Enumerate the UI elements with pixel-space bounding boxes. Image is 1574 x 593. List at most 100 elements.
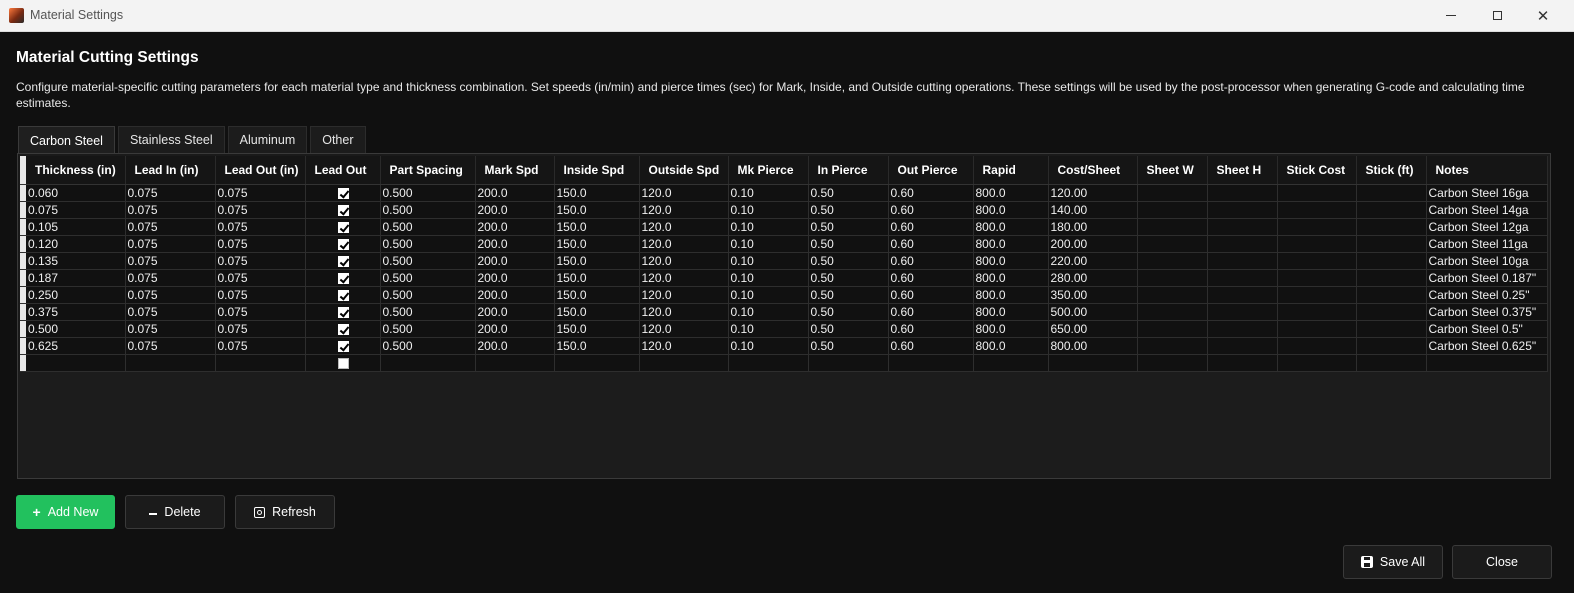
column-header[interactable]: Stick Cost <box>1277 156 1357 185</box>
cell-mk-pierce[interactable]: 0.10 <box>728 286 809 304</box>
cell-mk-pierce[interactable]: 0.10 <box>728 184 809 202</box>
cell-mark-spd[interactable]: 200.0 <box>475 252 555 270</box>
cell-sheet-w[interactable] <box>1137 252 1208 270</box>
cell-out-pierce[interactable]: 0.60 <box>888 201 974 219</box>
column-header[interactable]: Sheet H <box>1207 156 1278 185</box>
table-row[interactable]: 0.187 0.075 0.075 0.500 200.0 150.0 120.0 0.10 0… <box>20 269 1548 287</box>
lead-out-checkbox-cell[interactable] <box>305 320 381 338</box>
cell-lead-in[interactable]: 0.075 <box>125 201 216 219</box>
cell-inside-spd[interactable]: 150.0 <box>554 201 640 219</box>
cell-thickness[interactable]: 0.625 <box>26 337 126 355</box>
cell-cost-sheet[interactable]: 120.00 <box>1048 184 1138 202</box>
tab-aluminum[interactable]: Aluminum <box>227 126 308 153</box>
cell-lead-in[interactable]: 0.075 <box>125 320 216 338</box>
maximize-button[interactable] <box>1474 0 1520 31</box>
cell-sheet-w[interactable] <box>1137 269 1208 287</box>
cell-stick-ft[interactable] <box>1356 235 1427 253</box>
cell-inside-spd[interactable] <box>554 354 640 372</box>
cell-in-pierce[interactable]: 0.50 <box>808 184 889 202</box>
cell-mark-spd[interactable]: 200.0 <box>475 320 555 338</box>
cell-inside-spd[interactable]: 150.0 <box>554 184 640 202</box>
table-row[interactable]: 0.060 0.075 0.075 0.500 200.0 150.0 120.0 0.10 0… <box>20 184 1548 202</box>
cell-lead-out-in[interactable]: 0.075 <box>215 303 306 321</box>
cell-mark-spd[interactable]: 200.0 <box>475 269 555 287</box>
cell-lead-in[interactable]: 0.075 <box>125 235 216 253</box>
lead-out-checkbox[interactable] <box>338 205 349 217</box>
cell-part-spacing[interactable]: 0.500 <box>380 320 476 338</box>
lead-out-checkbox-cell[interactable] <box>305 303 381 321</box>
cell-sheet-h[interactable] <box>1207 269 1278 287</box>
cell-stick-cost[interactable] <box>1277 320 1357 338</box>
cell-part-spacing[interactable]: 0.500 <box>380 218 476 236</box>
cell-stick-cost[interactable] <box>1277 269 1357 287</box>
cell-out-pierce[interactable]: 0.60 <box>888 320 974 338</box>
cell-in-pierce[interactable]: 0.50 <box>808 235 889 253</box>
column-header[interactable]: Outside Spd <box>639 156 729 185</box>
cell-rapid[interactable] <box>973 354 1049 372</box>
cell-thickness[interactable]: 0.105 <box>26 218 126 236</box>
cell-inside-spd[interactable]: 150.0 <box>554 235 640 253</box>
cell-in-pierce[interactable]: 0.50 <box>808 269 889 287</box>
cell-mark-spd[interactable] <box>475 354 555 372</box>
cell-rapid[interactable]: 800.0 <box>973 320 1049 338</box>
cell-out-pierce[interactable]: 0.60 <box>888 218 974 236</box>
cell-lead-out-in[interactable]: 0.075 <box>215 286 306 304</box>
column-header[interactable]: Mk Pierce <box>728 156 809 185</box>
table-row[interactable]: 0.135 0.075 0.075 0.500 200.0 150.0 120.0 0.10 0… <box>20 252 1548 270</box>
cell-stick-ft[interactable] <box>1356 320 1427 338</box>
cell-inside-spd[interactable]: 150.0 <box>554 218 640 236</box>
cell-thickness[interactable] <box>26 354 126 372</box>
cell-stick-ft[interactable] <box>1356 201 1427 219</box>
cell-part-spacing[interactable]: 0.500 <box>380 252 476 270</box>
cell-sheet-w[interactable] <box>1137 184 1208 202</box>
cell-stick-cost[interactable] <box>1277 235 1357 253</box>
cell-lead-out-in[interactable]: 0.075 <box>215 320 306 338</box>
cell-lead-in[interactable]: 0.075 <box>125 184 216 202</box>
cell-thickness[interactable]: 0.060 <box>26 184 126 202</box>
cell-lead-in[interactable]: 0.075 <box>125 218 216 236</box>
table-row[interactable]: 0.375 0.075 0.075 0.500 200.0 150.0 120.0 0.10 0… <box>20 303 1548 321</box>
cell-mk-pierce[interactable]: 0.10 <box>728 235 809 253</box>
cell-notes[interactable]: Carbon Steel 0.375" <box>1426 303 1548 321</box>
column-header[interactable]: Thickness (in) <box>26 156 126 185</box>
cell-thickness[interactable]: 0.500 <box>26 320 126 338</box>
cell-rapid[interactable]: 800.0 <box>973 337 1049 355</box>
cell-sheet-w[interactable] <box>1137 354 1208 372</box>
cell-notes[interactable]: Carbon Steel 11ga <box>1426 235 1548 253</box>
tab-carbon-steel[interactable]: Carbon Steel <box>18 126 115 154</box>
cell-mk-pierce[interactable]: 0.10 <box>728 269 809 287</box>
cell-lead-out-in[interactable]: 0.075 <box>215 269 306 287</box>
cell-lead-in[interactable]: 0.075 <box>125 337 216 355</box>
cell-out-pierce[interactable]: 0.60 <box>888 303 974 321</box>
save-all-button[interactable]: Save All <box>1343 545 1443 579</box>
lead-out-checkbox[interactable] <box>338 290 349 302</box>
cell-stick-ft[interactable] <box>1356 269 1427 287</box>
cell-stick-ft[interactable] <box>1356 303 1427 321</box>
cell-notes[interactable]: Carbon Steel 0.25" <box>1426 286 1548 304</box>
cell-thickness[interactable]: 0.250 <box>26 286 126 304</box>
cell-notes[interactable]: Carbon Steel 16ga <box>1426 184 1548 202</box>
cell-part-spacing[interactable]: 0.500 <box>380 201 476 219</box>
cell-sheet-h[interactable] <box>1207 252 1278 270</box>
cell-stick-cost[interactable] <box>1277 303 1357 321</box>
column-header[interactable]: Part Spacing <box>380 156 476 185</box>
cell-cost-sheet[interactable]: 500.00 <box>1048 303 1138 321</box>
column-header[interactable]: Lead Out <box>305 156 381 185</box>
table-row[interactable]: 0.625 0.075 0.075 0.500 200.0 150.0 120.0 0.10 0… <box>20 337 1548 355</box>
cell-stick-cost[interactable] <box>1277 218 1357 236</box>
cell-lead-in[interactable]: 0.075 <box>125 269 216 287</box>
lead-out-checkbox[interactable] <box>338 256 349 268</box>
cell-in-pierce[interactable]: 0.50 <box>808 218 889 236</box>
table-row[interactable]: 0.500 0.075 0.075 0.500 200.0 150.0 120.0 0.10 0… <box>20 320 1548 338</box>
lead-out-checkbox[interactable] <box>338 239 349 251</box>
cell-inside-spd[interactable]: 150.0 <box>554 337 640 355</box>
cell-mk-pierce[interactable]: 0.10 <box>728 218 809 236</box>
cell-mark-spd[interactable]: 200.0 <box>475 184 555 202</box>
cell-thickness[interactable]: 0.135 <box>26 252 126 270</box>
column-header[interactable]: Inside Spd <box>554 156 640 185</box>
lead-out-checkbox-cell[interactable] <box>305 252 381 270</box>
cell-thickness[interactable]: 0.375 <box>26 303 126 321</box>
cell-rapid[interactable]: 800.0 <box>973 252 1049 270</box>
cell-rapid[interactable]: 800.0 <box>973 269 1049 287</box>
cell-outside-spd[interactable]: 120.0 <box>639 235 729 253</box>
